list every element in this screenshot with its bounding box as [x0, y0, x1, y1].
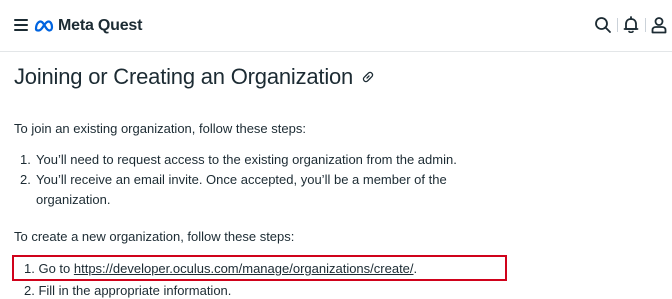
anchor-link-icon[interactable]	[361, 70, 375, 84]
list-item: 1. Go to https://developer.oculus.com/ma…	[24, 261, 418, 276]
page-title: Joining or Creating an Organization	[14, 64, 354, 89]
list-item: 2. Fill in the appropriate information.	[24, 283, 232, 298]
header-divider	[617, 18, 618, 32]
top-nav-bar: Meta Quest	[0, 0, 672, 52]
meta-quest-logo[interactable]: Meta Quest	[34, 15, 142, 37]
search-icon[interactable]	[592, 14, 614, 36]
brand-name: Meta Quest	[58, 17, 143, 34]
page: Meta Quest Joining or Creating an Organi…	[0, 0, 672, 299]
meta-logo-icon	[34, 20, 54, 32]
list-item: 2. You’ll receive an email invite. Once a…	[20, 172, 447, 207]
create-intro-text: To create a new organization, follow the…	[14, 229, 295, 244]
bell-icon[interactable]	[620, 14, 642, 36]
user-icon[interactable]	[648, 14, 670, 36]
join-steps-list: 1. You’ll need to request access to the e…	[20, 150, 457, 210]
menu-icon[interactable]	[14, 19, 28, 31]
header-divider	[645, 18, 646, 32]
list-item: 1. You’ll need to request access to the e…	[20, 152, 457, 167]
create-organization-link[interactable]: https://developer.oculus.com/manage/orga…	[74, 261, 414, 276]
article-title-row: Joining or Creating an Organization	[14, 64, 375, 90]
join-intro-text: To join an existing organization, follow…	[14, 121, 306, 136]
